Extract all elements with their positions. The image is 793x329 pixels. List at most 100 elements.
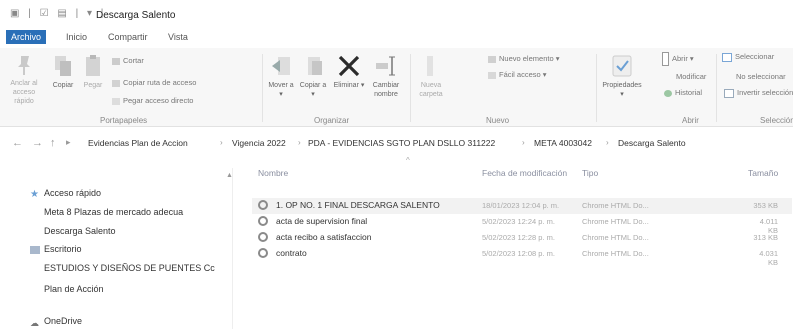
chrome-html-icon [258, 216, 268, 226]
chrome-html-icon [258, 200, 268, 210]
paste-shortcut-label: Pegar acceso directo [123, 96, 194, 105]
copy-path-button[interactable]: Copiar ruta de acceso [112, 78, 196, 87]
file-type: Chrome HTML Do... [582, 233, 649, 242]
new-group-label: Nuevo [486, 116, 510, 125]
nav-item-meta8[interactable]: Meta 8 Plazas de mercado adecua [44, 207, 183, 217]
edit-label: Modificar [676, 72, 707, 81]
select-all-label: Seleccionar [735, 52, 775, 61]
file-type: Chrome HTML Do... [582, 201, 649, 210]
breadcrumb-root-icon: ▸ [66, 137, 71, 147]
title-bar: ▣ | ☑ ▤ | ▾ | Descarga Salento [0, 0, 793, 30]
file-type: Chrome HTML Do... [582, 217, 649, 226]
file-name: acta de supervision final [276, 216, 368, 226]
chrome-html-icon [258, 248, 268, 258]
copy-to-button[interactable]: Copiar a ▾ [298, 54, 328, 99]
invert-icon [724, 88, 734, 98]
properties-button[interactable]: Propiedades ▾ [600, 54, 644, 99]
breadcrumb-separator: › [220, 138, 223, 147]
easy-access-label: Fácil acceso ▾ [499, 70, 547, 79]
edit-button[interactable]: Modificar [676, 72, 706, 81]
rename-button[interactable]: Cambiar nombre [368, 54, 404, 99]
open-button[interactable]: Abrir ▾ [662, 52, 694, 66]
nav-item-estudios[interactable]: ESTUDIOS Y DISEÑOS DE PUENTES Cc [44, 263, 215, 273]
column-header-type[interactable]: Tipo [582, 168, 598, 178]
separator [716, 54, 717, 122]
easy-access-button[interactable]: Fácil acceso ▾ [488, 70, 547, 79]
file-name: acta recibo a satisfaccion [276, 232, 372, 242]
navigation-pane: ▲ ★ Acceso rápido Meta 8 Plazas de merca… [0, 168, 233, 329]
column-header-date[interactable]: Fecha de modificación [482, 168, 567, 178]
tab-vista[interactable]: Vista [168, 32, 188, 42]
nav-onedrive[interactable]: OneDrive [44, 316, 82, 326]
file-date: 5/02/2023 12:24 p. m. [482, 217, 555, 226]
file-row[interactable]: acta recibo a satisfaccion 5/02/2023 12:… [252, 230, 792, 246]
history-button[interactable]: Historial [664, 88, 702, 97]
column-header-name[interactable]: Nombre [258, 168, 288, 178]
copy-icon [55, 56, 71, 76]
file-date: 18/01/2023 12:04 p. m. [482, 201, 560, 210]
tab-archivo[interactable]: Archivo [6, 30, 47, 44]
new-folder-button[interactable]: Nueva carpeta [414, 54, 448, 99]
file-date: 5/02/2023 12:08 p. m. [482, 249, 555, 258]
paste-button[interactable]: Pegar [80, 54, 106, 90]
chrome-html-icon [258, 232, 268, 242]
nav-item-escritorio[interactable]: Escritorio [44, 244, 82, 254]
file-row[interactable]: acta de supervision final 5/02/2023 12:2… [252, 214, 792, 235]
easy-access-icon [488, 71, 496, 79]
delete-x-icon [338, 55, 360, 77]
properties-check-icon [612, 55, 632, 77]
breadcrumb-separator: › [606, 138, 609, 147]
open-icon [662, 52, 669, 66]
organize-group-label: Organizar [314, 116, 350, 125]
new-item-button[interactable]: Nuevo elemento ▾ [488, 54, 559, 63]
scroll-up-icon[interactable]: ▲ [226, 172, 233, 179]
move-to-button[interactable]: Mover a ▾ [266, 54, 296, 99]
nav-item-plan-accion[interactable]: Plan de Acción [44, 284, 104, 294]
forward-arrow-icon[interactable]: → [32, 137, 43, 149]
breadcrumb-descarga[interactable]: Descarga Salento [618, 138, 686, 148]
select-none-button[interactable]: No seleccionar [736, 72, 786, 81]
clipboard-icon [86, 55, 100, 76]
select-group-label: Selección [760, 116, 793, 125]
new-folder-icon [427, 56, 433, 76]
file-row[interactable]: 1. OP NO. 1 FINAL DESCARGA SALENTO 18/01… [252, 198, 792, 214]
rename-icon [376, 56, 395, 76]
nav-item-descarga[interactable]: Descarga Salento [44, 226, 116, 236]
desktop-icon [30, 246, 40, 254]
delete-button[interactable]: Eliminar ▾ [332, 54, 366, 90]
up-arrow-icon[interactable]: ↑ [50, 137, 56, 149]
back-arrow-icon[interactable]: ← [12, 137, 23, 149]
history-label: Historial [675, 88, 703, 97]
file-row[interactable]: contrato 5/02/2023 12:08 p. m. Chrome HT… [252, 246, 792, 267]
invert-selection-label: Invertir selección [737, 88, 793, 97]
tab-compartir[interactable]: Compartir [108, 32, 148, 42]
copy-label: Copiar [52, 82, 74, 89]
move-icon [272, 57, 290, 75]
cloud-icon: ☁ [30, 318, 39, 328]
open-group-label: Abrir [682, 116, 699, 125]
breadcrumb-meta[interactable]: META 4003042 [534, 138, 592, 148]
breadcrumb-evidencias[interactable]: Evidencias Plan de Accion [88, 138, 188, 148]
select-all-button[interactable]: Seleccionar [722, 52, 774, 62]
paste-shortcut-button[interactable]: Pegar acceso directo [112, 96, 193, 105]
tab-inicio[interactable]: Inicio [66, 32, 87, 42]
file-name: contrato [276, 248, 307, 258]
breadcrumb-separator: › [298, 138, 301, 147]
copy-to-label: Copiar a ▾ [299, 82, 327, 98]
cut-button[interactable]: Cortar [112, 56, 144, 65]
invert-selection-button[interactable]: Invertir selección [724, 88, 793, 98]
nav-quick-access[interactable]: Acceso rápido [44, 188, 101, 198]
copy-button[interactable]: Copiar [48, 54, 78, 90]
column-header-size[interactable]: Tamaño [748, 168, 778, 178]
quick-access-toolbar[interactable]: ▣ | ☑ ▤ | ▾ | [10, 8, 106, 19]
breadcrumb-vigencia[interactable]: Vigencia 2022 [232, 138, 286, 148]
ribbon: Anclar al acceso rápido Copiar Pegar Cor… [0, 48, 793, 127]
file-size: 313 KB [753, 233, 778, 242]
cut-label: Cortar [123, 56, 144, 65]
pin-quick-access-button[interactable]: Anclar al acceso rápido [4, 54, 44, 106]
separator [596, 54, 597, 122]
scissors-icon [112, 57, 120, 65]
breadcrumb-pda[interactable]: PDA - EVIDENCIAS SGTO PLAN DSLLO 311222 [308, 138, 495, 148]
select-none-label: No seleccionar [736, 72, 786, 81]
properties-label: Propiedades ▾ [602, 82, 642, 98]
